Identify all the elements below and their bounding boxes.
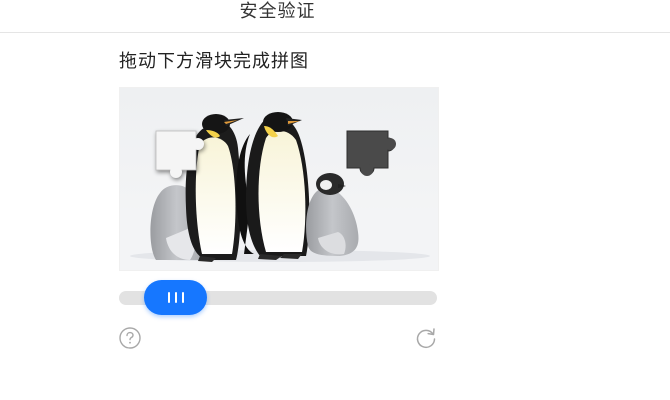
instruction-text: 拖动下方滑块完成拼图 xyxy=(119,51,309,72)
question-circle-icon xyxy=(119,327,141,349)
captcha-header: 安全验证 xyxy=(0,0,670,33)
help-button[interactable] xyxy=(118,326,142,350)
slider-handle[interactable] xyxy=(144,280,207,315)
grip-icon xyxy=(167,292,184,303)
refresh-icon xyxy=(416,328,436,348)
refresh-button[interactable] xyxy=(414,326,438,350)
header-title: 安全验证 xyxy=(239,1,316,22)
puzzle-image xyxy=(119,87,439,271)
penguin-scene xyxy=(120,88,438,270)
